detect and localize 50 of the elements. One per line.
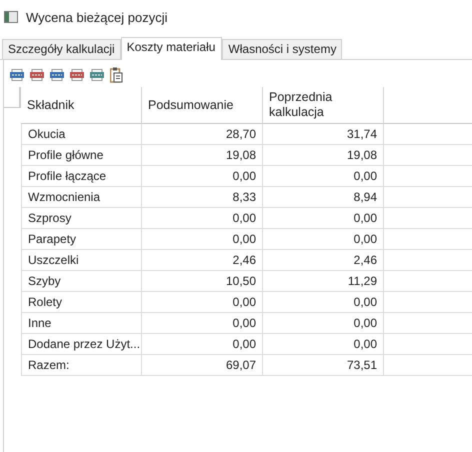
table-cell: 73,51 [263, 355, 384, 376]
table-cell: 2,46 [263, 250, 384, 271]
table-cell: Szprosy [21, 208, 142, 229]
table-cell: 10,50 [142, 271, 263, 292]
table-cell: 0,00 [263, 229, 384, 250]
table-cell: 2,46 [142, 250, 263, 271]
table-cell: 28,70 [142, 124, 263, 145]
table-cell: 0,00 [263, 166, 384, 187]
table-cell: Razem: [21, 355, 142, 376]
table-cell: 8,33 [142, 187, 263, 208]
window-title: Wycena bieżącej pozycji [26, 10, 168, 24]
file-export-icon[interactable] [10, 69, 24, 81]
table-cell: Parapety [21, 229, 142, 250]
table-cell: 19,08 [263, 145, 384, 166]
file-export-icon[interactable] [30, 69, 44, 81]
table-cell: 0,00 [263, 313, 384, 334]
table-cell: Inne [21, 313, 142, 334]
table-cell: 31,74 [263, 124, 384, 145]
column-header[interactable]: Składnik [21, 87, 142, 124]
table-cell: Okucia [21, 124, 142, 145]
table-cell: 0,00 [142, 313, 263, 334]
table-cell: Profile główne [21, 145, 142, 166]
file-export-icon[interactable] [50, 69, 64, 81]
file-export-icon[interactable] [70, 69, 84, 81]
file-export-icon[interactable] [90, 69, 104, 81]
tab[interactable]: Szczegóły kalkulacji [2, 39, 121, 59]
table-cell: Profile łączące [21, 166, 142, 187]
table-cell: 0,00 [142, 292, 263, 313]
table-cell: Rolety [21, 292, 142, 313]
table-cell: 0,00 [263, 334, 384, 355]
table-cell: Szyby [21, 271, 142, 292]
window-icon [4, 11, 18, 23]
table-cell: 11,29 [263, 271, 384, 292]
table-cell: 8,94 [263, 187, 384, 208]
table-cell: 0,00 [263, 208, 384, 229]
tab[interactable]: Własności i systemy [222, 39, 342, 59]
clipboard-icon[interactable] [110, 67, 123, 83]
table-cell: 0,00 [142, 166, 263, 187]
tab[interactable]: Koszty materiału [120, 37, 222, 60]
table-cell: 19,08 [142, 145, 263, 166]
table-cell: 0,00 [142, 334, 263, 355]
table-cell: 0,00 [142, 208, 263, 229]
table-cell: 0,00 [263, 292, 384, 313]
table-cell: Uszczelki [21, 250, 142, 271]
table-cell: Wzmocnienia [21, 187, 142, 208]
table-cell: 69,07 [142, 355, 263, 376]
table-cell: 0,00 [142, 229, 263, 250]
table-cell: Dodane przez Użyt... [21, 334, 142, 355]
column-header[interactable]: Poprzednia kalkulacja [263, 87, 384, 124]
column-header[interactable]: Podsumowanie [142, 87, 263, 124]
